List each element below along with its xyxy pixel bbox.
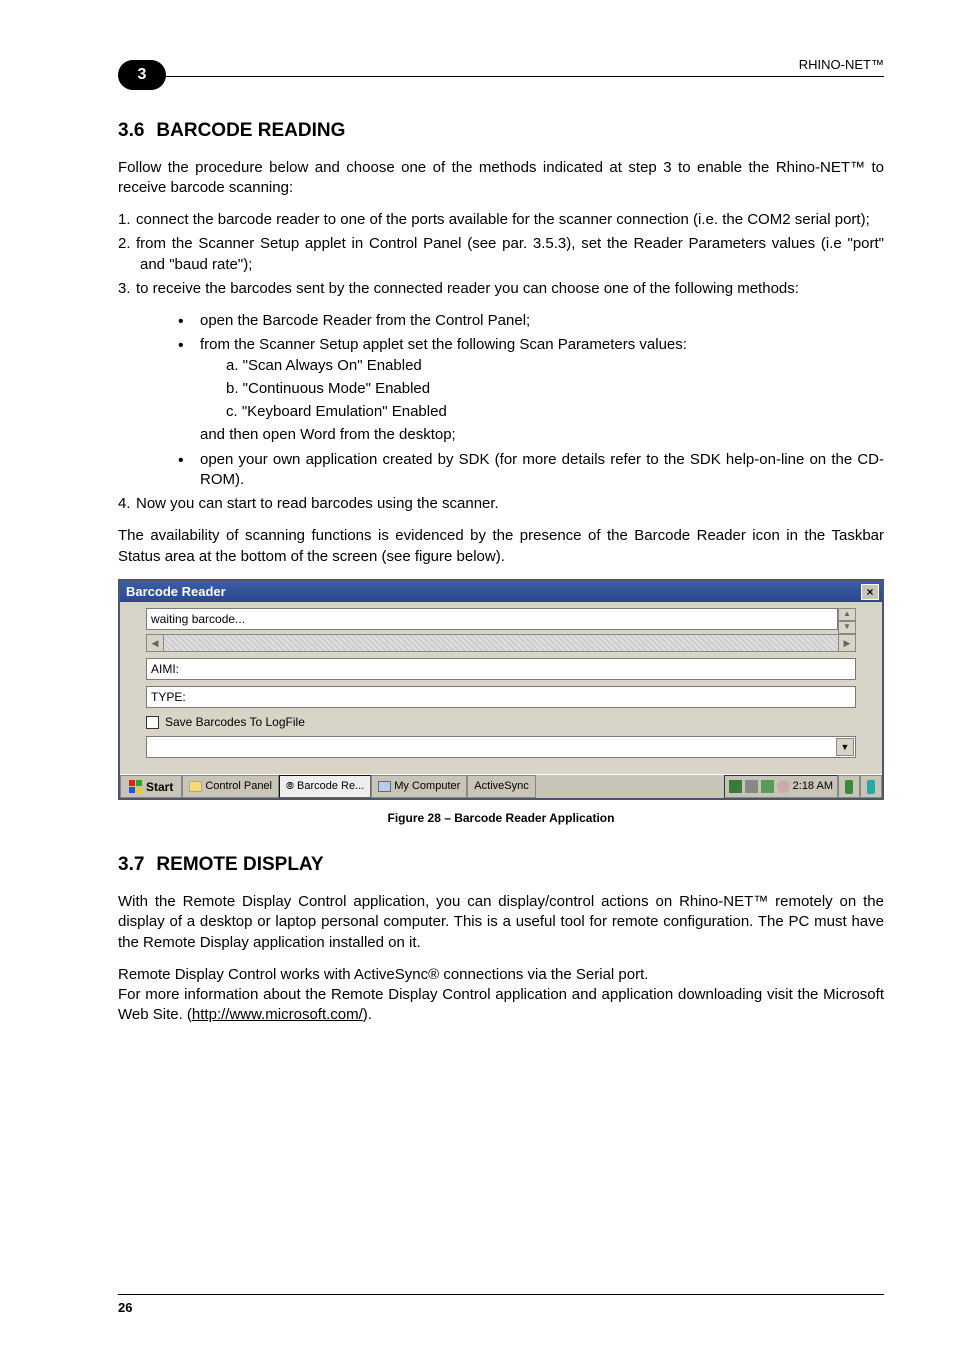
show-desktop-button[interactable] <box>838 775 860 798</box>
section-36-number: 3.6 <box>118 120 144 141</box>
section-37-p3-post: ). <box>363 1006 372 1023</box>
scroll-down-button[interactable]: ▼ <box>838 621 856 634</box>
header-product: RHINO-NET™ <box>799 56 884 74</box>
method-2-tail: and then open Word from the desktop; <box>200 426 456 443</box>
barcode-output[interactable]: waiting barcode... <box>146 608 838 630</box>
method-3: open your own application created by SDK… <box>174 450 884 491</box>
step-2: 2.from the Scanner Setup applet in Contr… <box>118 234 884 275</box>
scan-param-c: c. "Keyboard Emulation" Enabled <box>226 402 884 422</box>
window-title: Barcode Reader <box>126 583 226 601</box>
step-1: 1.connect the barcode reader to one of t… <box>118 210 884 230</box>
scan-param-a: a. "Scan Always On" Enabled <box>226 356 884 376</box>
close-button[interactable]: × <box>861 584 879 600</box>
section-36-para2: The availability of scanning functions i… <box>118 526 884 567</box>
tray-sync-icon[interactable] <box>761 780 774 793</box>
start-button[interactable]: Start <box>120 775 182 798</box>
section-37-p3: For more information about the Remote Di… <box>118 985 884 1026</box>
flag-icon <box>867 780 875 794</box>
section-37-p1: With the Remote Display Control applicat… <box>118 892 884 953</box>
task-barcode-reader[interactable]: ⦾Barcode Re... <box>279 775 371 798</box>
procedure-steps-tail: 4.Now you can start to read barcodes usi… <box>118 494 884 514</box>
logfile-combo[interactable]: ▼ <box>146 736 856 758</box>
tray-keyboard-icon[interactable] <box>745 780 758 793</box>
footer: 26 <box>118 1294 884 1317</box>
microsoft-url[interactable]: http://www.microsoft.com/ <box>192 1006 363 1023</box>
step-4: 4.Now you can start to read barcodes usi… <box>118 494 884 514</box>
step-3-methods: open the Barcode Reader from the Control… <box>174 311 884 490</box>
task-my-computer[interactable]: My Computer <box>371 775 467 798</box>
step-4-text: Now you can start to read barcodes using… <box>136 495 499 512</box>
system-tray: 2:18 AM <box>724 775 838 798</box>
computer-icon <box>378 781 391 792</box>
save-logfile-label: Save Barcodes To LogFile <box>165 714 305 730</box>
tray-barcode-icon[interactable] <box>777 780 790 793</box>
type-field[interactable]: TYPE: <box>146 686 856 708</box>
chapter-badge: 3 <box>118 60 166 90</box>
step-1-text: connect the barcode reader to one of the… <box>136 211 870 228</box>
task-activesync[interactable]: ActiveSync <box>467 775 535 798</box>
aimi-field[interactable]: AIMI: <box>146 658 856 680</box>
tray-network-icon[interactable] <box>729 780 742 793</box>
desktop-icon <box>845 780 853 794</box>
section-37-title: REMOTE DISPLAY <box>156 854 323 875</box>
windows-logo-icon <box>129 780 143 794</box>
scroll-left-button[interactable]: ◀ <box>146 634 164 652</box>
procedure-steps: 1.connect the barcode reader to one of t… <box>118 210 884 299</box>
taskbar: Start Control Panel ⦾Barcode Re... My Co… <box>120 774 882 798</box>
page-number: 26 <box>118 1300 132 1315</box>
step-3: 3.to receive the barcodes sent by the co… <box>118 279 884 299</box>
section-37-heading: 3.7 REMOTE DISPLAY <box>118 852 884 878</box>
start-label: Start <box>146 779 173 795</box>
section-36-heading: 3.6 BARCODE READING <box>118 118 884 144</box>
clock: 2:18 AM <box>793 779 833 794</box>
step-3-lead: to receive the barcodes sent by the conn… <box>136 280 799 297</box>
barcode-reader-window: Barcode Reader × waiting barcode... ▲ ▼ … <box>118 579 884 800</box>
scroll-up-button[interactable]: ▲ <box>838 608 856 621</box>
method-2-lead: from the Scanner Setup applet set the fo… <box>200 336 687 353</box>
section-37-p2: Remote Display Control works with Active… <box>118 965 884 985</box>
method-1: open the Barcode Reader from the Control… <box>174 311 884 331</box>
scan-param-b: b. "Continuous Mode" Enabled <box>226 379 884 399</box>
titlebar: Barcode Reader × <box>120 581 882 603</box>
scroll-right-button[interactable]: ▶ <box>838 634 856 652</box>
figure-caption: Figure 28 – Barcode Reader Application <box>118 810 884 826</box>
folder-icon <box>189 781 202 792</box>
method-2: from the Scanner Setup applet set the fo… <box>174 335 884 445</box>
section-37-number: 3.7 <box>118 854 144 875</box>
dropdown-button[interactable]: ▼ <box>836 738 854 756</box>
section-36-intro: Follow the procedure below and choose on… <box>118 158 884 199</box>
scroll-track[interactable] <box>164 634 838 652</box>
header-rule <box>118 76 884 77</box>
save-logfile-checkbox[interactable] <box>146 716 159 729</box>
section-36-title: BARCODE READING <box>156 120 345 141</box>
step-2-text: from the Scanner Setup applet in Control… <box>136 235 884 272</box>
task-control-panel[interactable]: Control Panel <box>182 775 279 798</box>
tray-extra-button[interactable] <box>860 775 882 798</box>
